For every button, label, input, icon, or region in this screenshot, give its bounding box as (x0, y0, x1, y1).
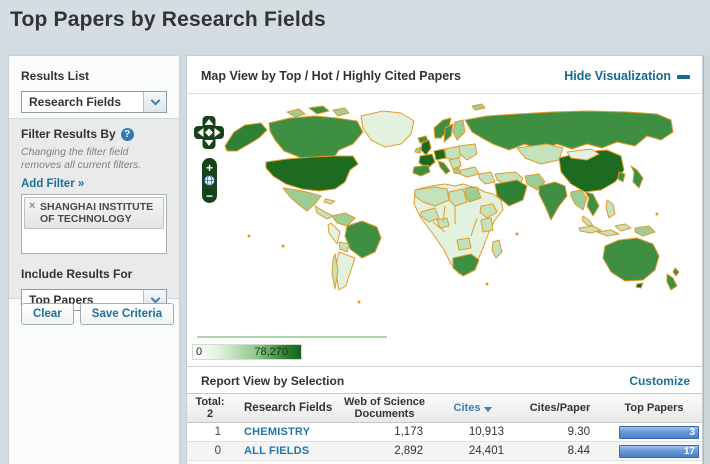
chevron-down-icon (150, 293, 160, 304)
customize-link[interactable]: Customize (629, 374, 690, 388)
top-papers-bar-cell: 17 (606, 444, 702, 458)
row-cites: 10,913 (468, 426, 504, 438)
help-question-icon[interactable]: ? (120, 127, 134, 141)
row-cites: 24,401 (468, 445, 504, 457)
table-header-row: Total: 2 Research Fields Web of Science … (187, 393, 702, 423)
page-title: Top Papers by Research Fields (10, 8, 326, 31)
sort-descending-icon (484, 406, 493, 412)
row-rank: 0 (214, 445, 221, 457)
table-row: 1 CHEMISTRY 1,173 10,913 9.30 3 (187, 423, 702, 442)
sidebar: Results List Research Fields Filter Resu… (8, 55, 180, 464)
top-papers-bar: 3 (619, 425, 699, 439)
filter-tag-label: SHANGHAI INSTITUTE OF TECHNOLOGY (40, 201, 154, 225)
legend-min-value: 0 (196, 346, 203, 358)
remove-filter-icon[interactable]: × (29, 200, 35, 212)
research-field-link[interactable]: CHEMISTRY (233, 426, 337, 438)
map-view-header: Map View by Top / Hot / Highly Cited Pap… (187, 56, 702, 94)
total-value: 2 (206, 408, 214, 420)
legend-max-value: 78,270 (254, 346, 288, 358)
column-top-papers: Top Papers (624, 402, 684, 414)
total-header: Total: 2 (187, 396, 233, 420)
dropdown-button[interactable] (143, 92, 166, 112)
filter-note: Changing the filter field removes all cu… (21, 146, 142, 171)
map-pan-control[interactable] (194, 116, 224, 149)
title-bar: Top Papers by Research Fields (0, 0, 710, 46)
map-color-legend: 0 78,270 (192, 344, 302, 360)
row-rank: 1 (214, 426, 221, 438)
report-view-title: Report View by Selection (201, 374, 345, 388)
results-list-section: Results List Research Fields (9, 56, 179, 113)
top-papers-bar: 17 (619, 444, 699, 458)
column-cites-label: Cites (453, 402, 481, 414)
results-list-label: Results List (21, 69, 90, 83)
row-documents: 1,173 (394, 426, 423, 438)
row-cites-per-paper: 8.44 (567, 445, 590, 457)
map-view-title: Map View by Top / Hot / Highly Cited Pap… (201, 69, 461, 83)
column-cites-sort[interactable]: Cites (432, 402, 514, 414)
results-list-dropdown[interactable]: Research Fields (21, 91, 167, 113)
clear-button[interactable]: Clear (21, 303, 74, 325)
main-panel: Map View by Top / Hot / Highly Cited Pap… (186, 55, 703, 464)
results-list-value: Research Fields (29, 95, 122, 109)
save-criteria-button[interactable]: Save Criteria (79, 303, 175, 325)
column-research-fields: Research Fields (244, 402, 333, 414)
total-label: Total: (195, 396, 225, 408)
collapse-minus-icon (677, 74, 690, 79)
top-papers-bar-cell: 3 (606, 425, 702, 439)
filter-results-by-label: Filter Results By (21, 127, 116, 141)
zoom-in-icon[interactable]: + (206, 161, 213, 175)
table-row: 0 ALL FIELDS 2,892 24,401 8.44 17 (187, 442, 702, 461)
scrollbar-track[interactable] (703, 55, 710, 464)
zoom-out-icon[interactable]: − (206, 189, 213, 203)
map-area: + − 0 78,270 (187, 94, 702, 366)
filter-tag: × SHANGHAI INSTITUTE OF TECHNOLOGY (24, 197, 164, 229)
column-cites-per-paper: Cites/Paper (529, 402, 591, 414)
add-filter-link[interactable]: Add Filter » (21, 178, 84, 190)
hide-visualization-link[interactable]: Hide Visualization (564, 69, 690, 83)
include-results-label: Include Results For (21, 267, 133, 281)
report-view-header: Report View by Selection Customize (187, 366, 702, 393)
hide-visualization-label: Hide Visualization (564, 69, 671, 83)
row-cites-per-paper: 9.30 (567, 426, 590, 438)
filter-list-box: × SHANGHAI INSTITUTE OF TECHNOLOGY (21, 194, 167, 254)
chevron-down-icon (150, 95, 160, 106)
research-field-link[interactable]: ALL FIELDS (233, 445, 337, 457)
map-zoom-control[interactable]: + − (202, 158, 217, 203)
column-wos-documents: Web of Science Documents (343, 396, 426, 420)
filter-section: Filter Results By ? Changing the filter … (9, 118, 179, 311)
map-antarctica-sliver (197, 336, 387, 338)
row-documents: 2,892 (394, 445, 423, 457)
world-choropleth-map[interactable]: + − (187, 94, 702, 366)
